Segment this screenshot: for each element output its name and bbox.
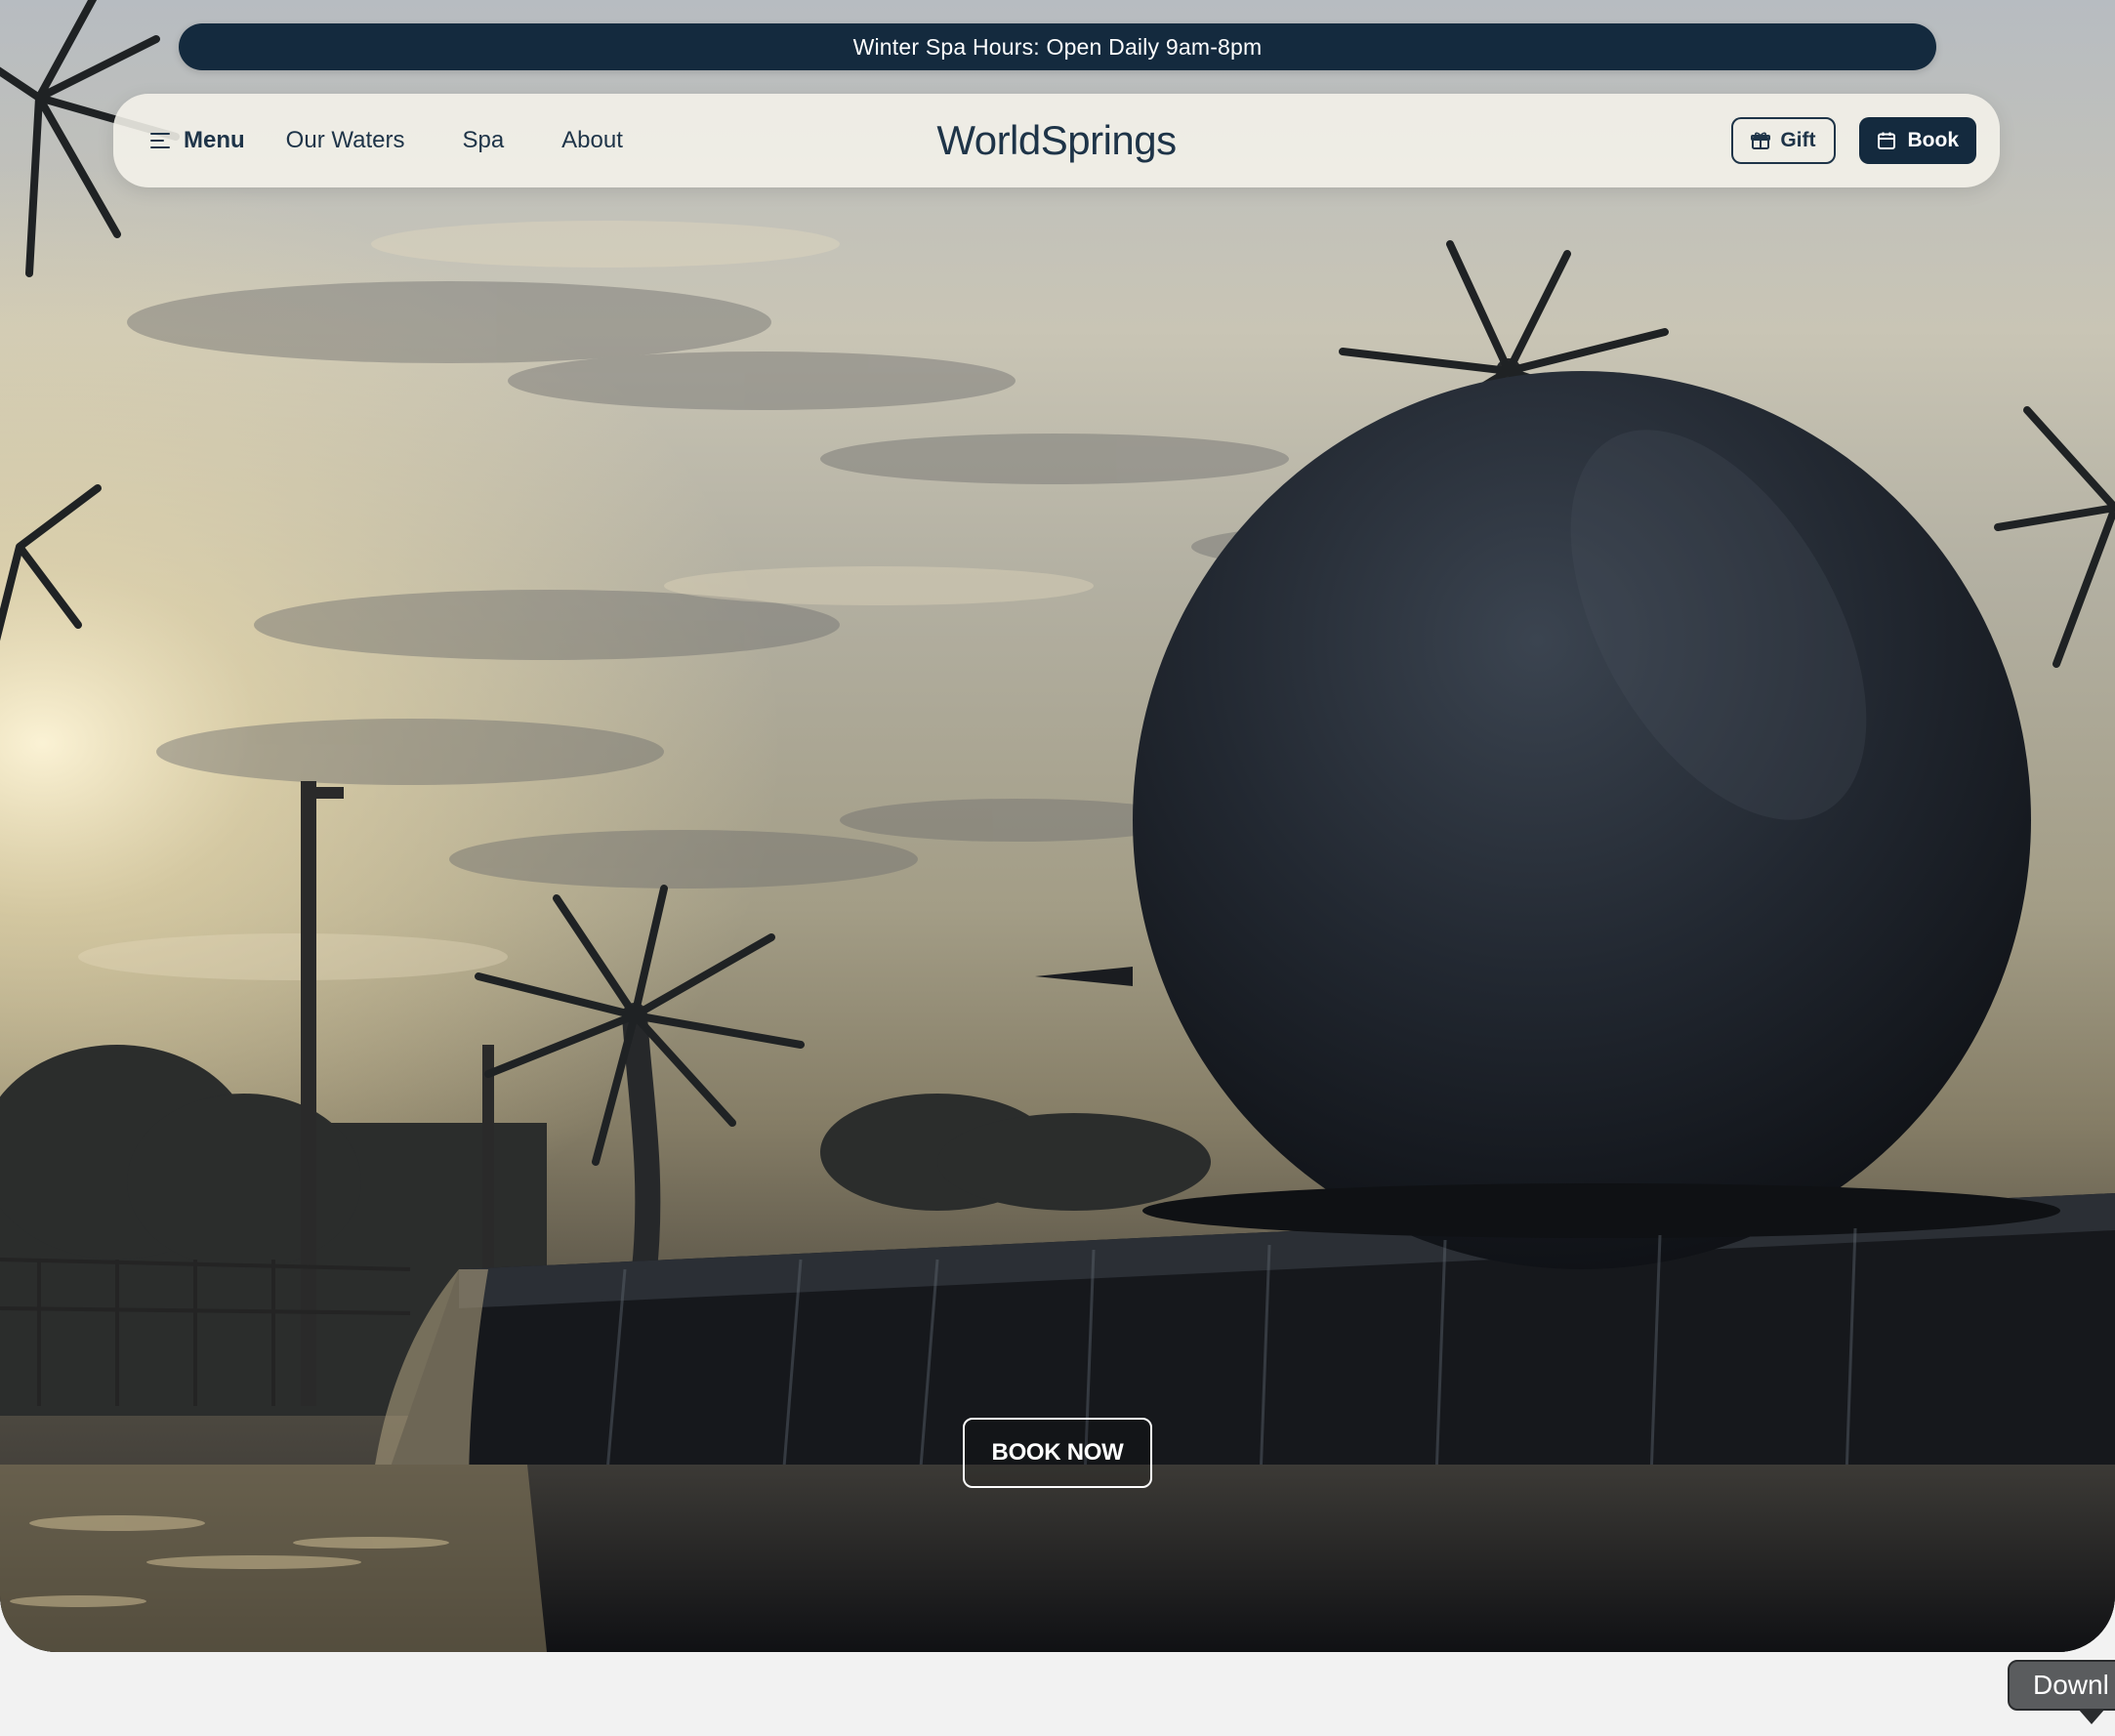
menu-label: Menu	[184, 127, 245, 153]
calendar-icon	[1877, 132, 1895, 149]
main-nav: Menu Our Waters Spa About WorldSprings G…	[113, 94, 2000, 187]
nav-left-group: Menu Our Waters Spa About	[150, 127, 623, 154]
nav-link-about[interactable]: About	[561, 127, 623, 154]
nav-right-group: Gift Book	[1731, 117, 1976, 164]
announcement-bar: Winter Spa Hours: Open Daily 9am-8pm	[179, 23, 1936, 70]
menu-lines-icon	[150, 133, 170, 148]
download-tab-pointer	[2078, 1709, 2105, 1724]
gift-icon	[1751, 132, 1771, 149]
hero-background-image	[0, 0, 2115, 1652]
nav-link-our-waters[interactable]: Our Waters	[286, 127, 405, 154]
menu-button[interactable]: Menu	[150, 127, 245, 154]
site-logo[interactable]: WorldSprings	[936, 117, 1177, 163]
download-tab[interactable]: Downl	[2008, 1660, 2115, 1711]
hero-section: Winter Spa Hours: Open Daily 9am-8pm Men…	[0, 0, 2115, 1652]
book-button[interactable]: Book	[1858, 117, 1976, 164]
book-now-button[interactable]: BOOK NOW	[963, 1418, 1152, 1488]
gift-label: Gift	[1780, 129, 1816, 151]
nav-link-spa[interactable]: Spa	[462, 127, 504, 154]
book-label: Book	[1907, 129, 1960, 151]
announcement-text: Winter Spa Hours: Open Daily 9am-8pm	[852, 33, 1263, 60]
download-label: Downl	[2033, 1670, 2109, 1700]
gift-button[interactable]: Gift	[1731, 117, 1836, 164]
